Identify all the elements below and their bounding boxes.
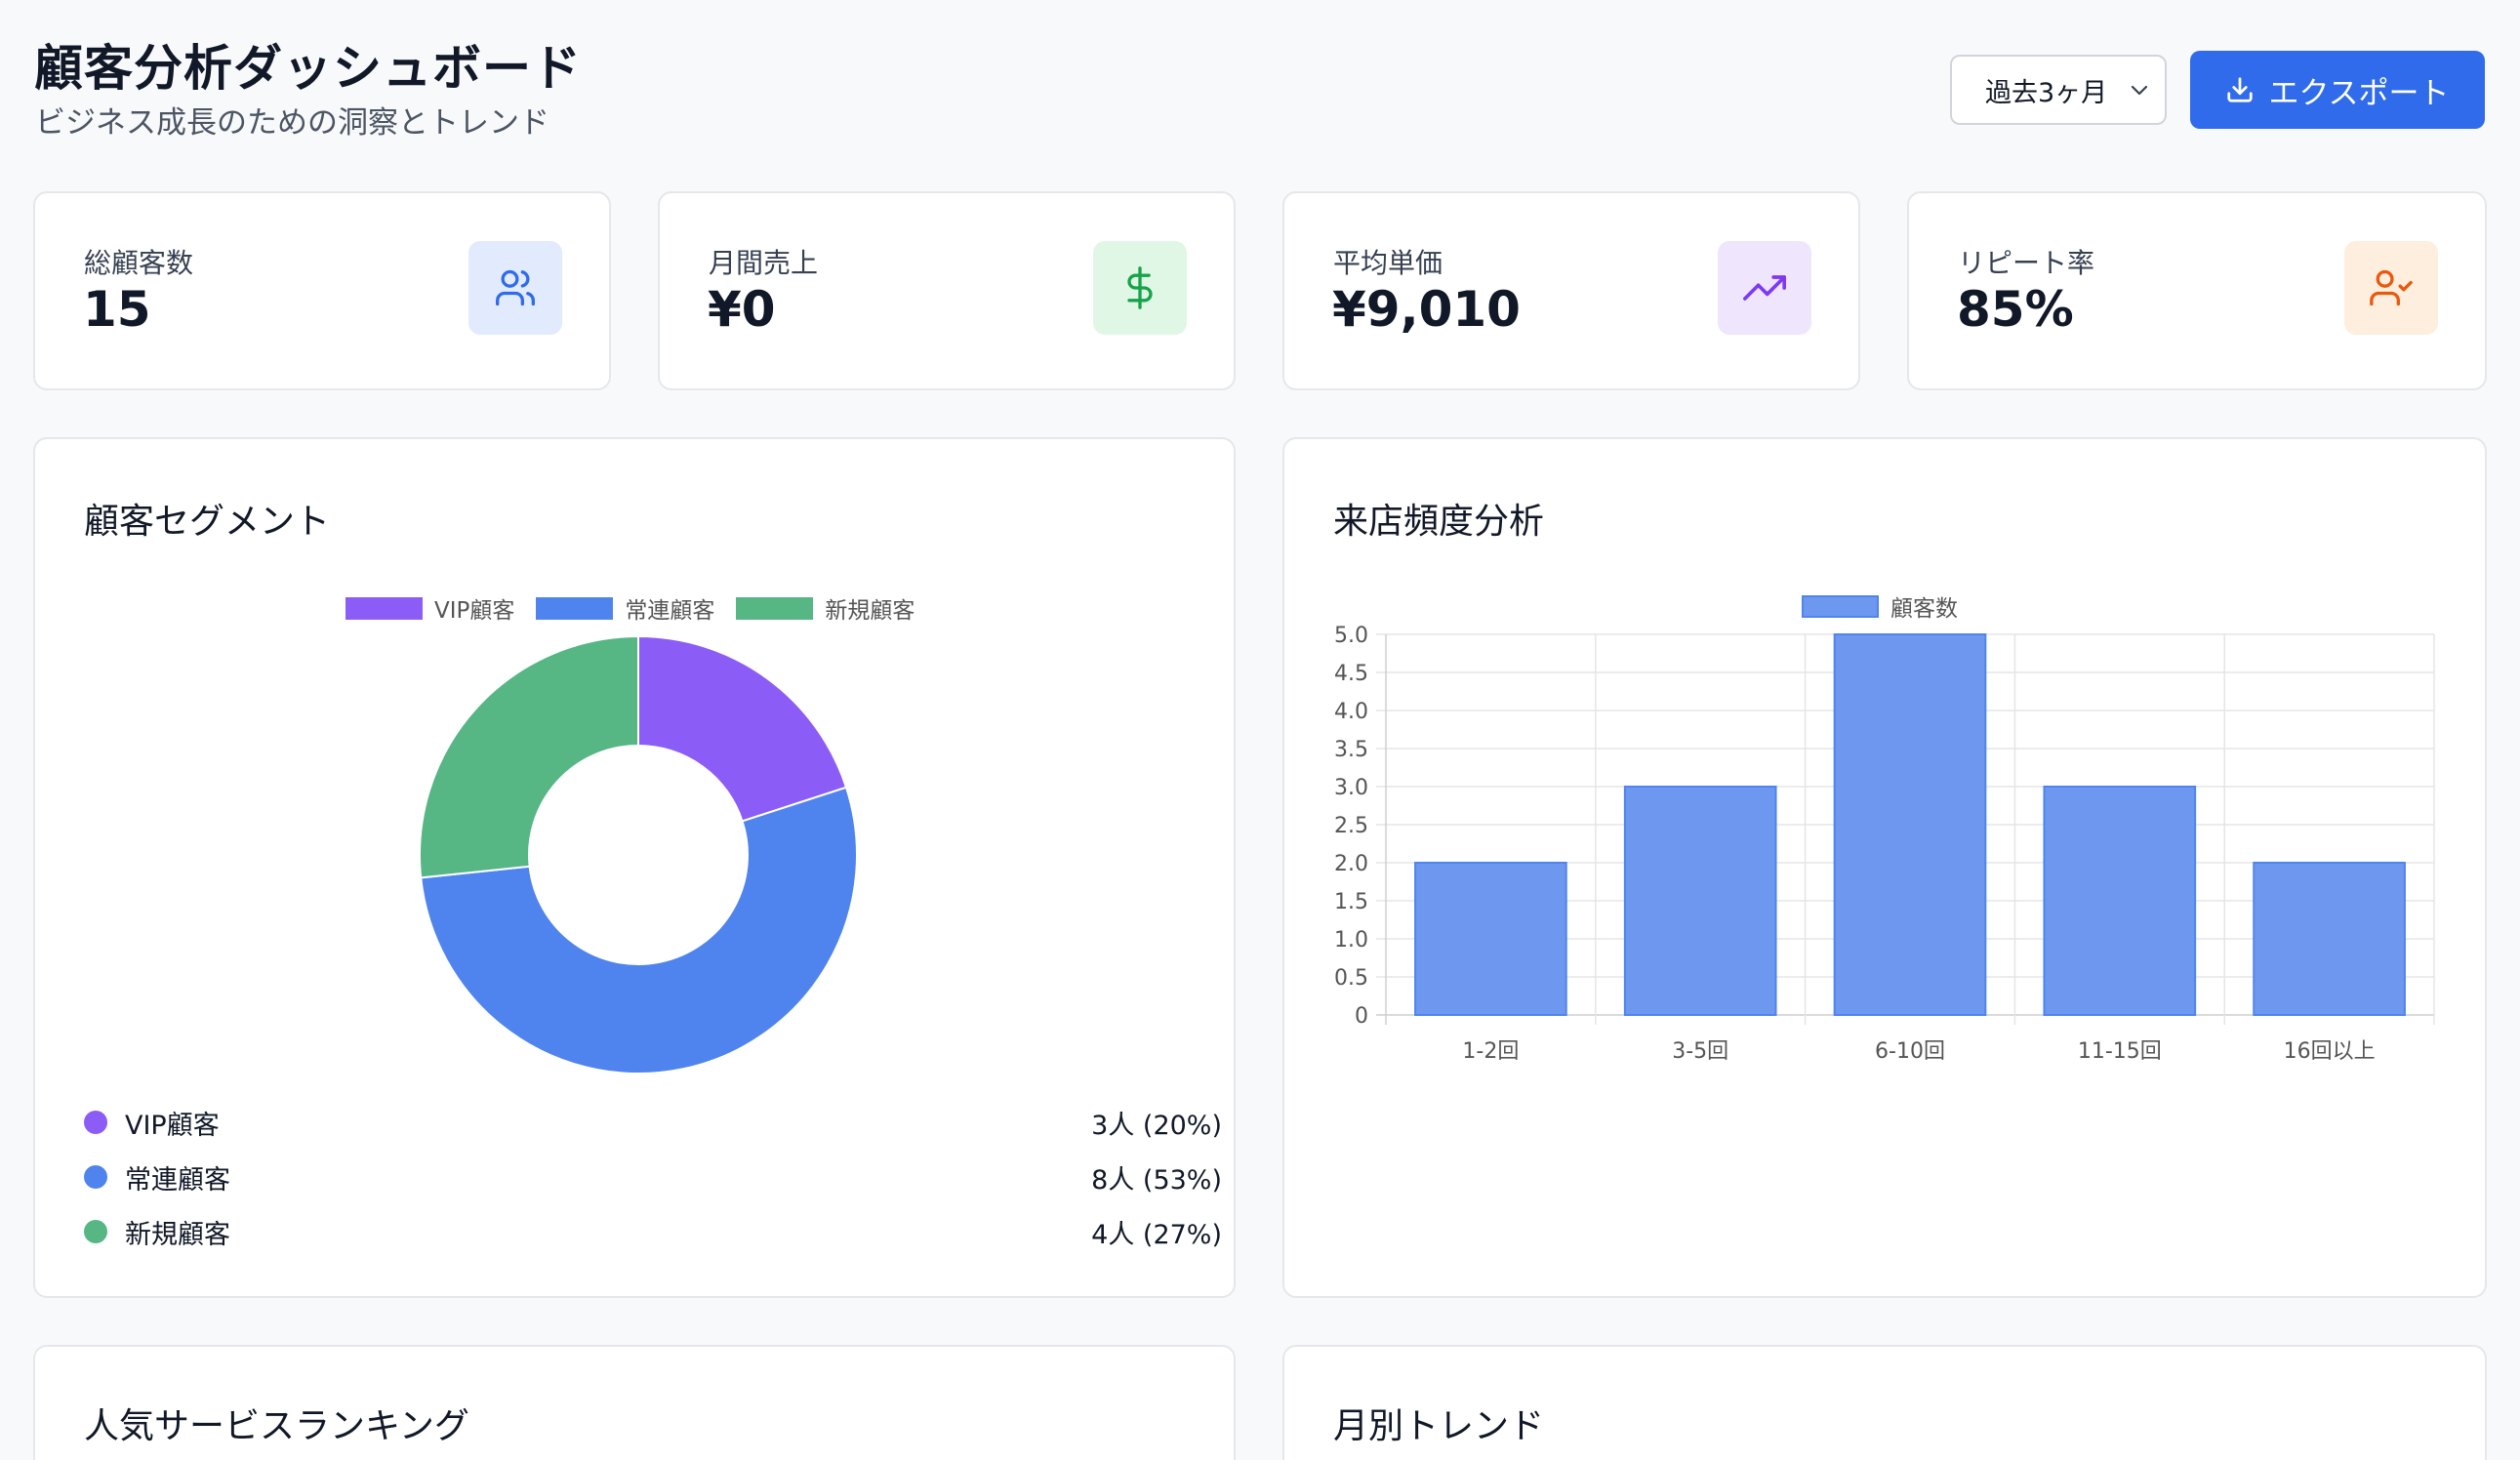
legend-item[interactable]: 常連顧客 — [536, 591, 714, 625]
bar-chart: 0 0.5 1.0 1.5 2.0 2.5 3.0 3.5 4.0 4.5 5.0 1-2回 3-5回 6… — [1334, 624, 2435, 1064]
y-tick-label: 2.0 — [1334, 852, 1368, 876]
dollar-icon — [1093, 241, 1187, 335]
legend-label: 新規顧客 — [825, 598, 915, 624]
legend-swatch — [345, 596, 423, 620]
y-tick-label: 1.0 — [1334, 928, 1368, 953]
legend-item[interactable]: VIP顧客 — [345, 591, 514, 625]
dashboard: 顧客分析ダッシュボード ビジネス成長のための洞察とトレンド 過去3ヶ月 エクスポ… — [0, 0, 2520, 1460]
section-title: 月別トレンド — [1333, 1406, 1545, 1446]
segment-value: 4人 (27%) — [1091, 1219, 1222, 1250]
donut-chart — [419, 634, 858, 1075]
chevron-down-icon — [2131, 85, 2148, 96]
section-title: 来店頻度分析 — [1333, 502, 1545, 542]
bar[interactable] — [1414, 862, 1567, 1016]
trend-card: 月別トレンド — [1282, 1345, 2487, 1460]
period-select[interactable]: 過去3ヶ月 — [1950, 55, 2167, 125]
section-title: 人気サービスランキング — [84, 1406, 469, 1446]
trending-up-icon — [1718, 241, 1811, 335]
kpi-label: 月間売上 — [709, 247, 819, 279]
y-tick-label: 3.5 — [1334, 738, 1368, 762]
x-tick-label: 11-15回 — [2078, 1039, 2162, 1064]
kpi-value: 15 — [83, 281, 151, 338]
section-title: 顧客セグメント — [84, 502, 331, 542]
x-tick-label: 1-2回 — [1462, 1039, 1519, 1064]
page-title: 顧客分析ダッシュボード — [34, 40, 582, 97]
donut-slice[interactable] — [637, 634, 848, 823]
bar[interactable] — [2043, 786, 2197, 1016]
kpi-card-monthly-sales: 月間売上 ¥0 — [658, 191, 1236, 390]
x-tick-label: 3-5回 — [1672, 1039, 1728, 1064]
y-tick-label: 0.5 — [1334, 966, 1368, 991]
export-button-label: エクスポート — [2268, 75, 2450, 111]
x-tick-label: 16回以上 — [2284, 1039, 2376, 1064]
segment-row-new: 新規顧客 4人 (27%) — [84, 1212, 1222, 1251]
segment-name: VIP顧客 — [125, 1110, 220, 1141]
y-tick-label: 1.5 — [1334, 890, 1368, 914]
download-icon — [2227, 77, 2254, 102]
kpi-value: ¥0 — [708, 281, 776, 338]
y-tick-label: 3.0 — [1334, 776, 1368, 800]
segment-value: 3人 (20%) — [1091, 1110, 1222, 1141]
kpi-label: リピート率 — [1958, 247, 2095, 279]
donut-slice[interactable] — [419, 634, 639, 879]
segment-row-regular: 常連顧客 8人 (53%) — [84, 1157, 1222, 1196]
bar[interactable] — [1623, 786, 1777, 1016]
donut-legend: VIP顧客 常連顧客 新規顧客 — [345, 591, 936, 625]
segment-dot — [84, 1220, 107, 1243]
user-check-icon — [2344, 241, 2438, 335]
bar[interactable] — [1833, 633, 1987, 1016]
kpi-value: ¥9,010 — [1332, 281, 1521, 338]
kpi-card-total-customers: 総顧客数 15 — [33, 191, 611, 390]
kpi-value: 85% — [1957, 281, 2074, 338]
page-subtitle: ビジネス成長のための洞察とトレンド — [35, 105, 549, 141]
segment-dot — [84, 1111, 107, 1134]
kpi-card-average-price: 平均単価 ¥9,010 — [1282, 191, 1860, 390]
legend-item[interactable]: 新規顧客 — [736, 591, 915, 625]
y-tick-label: 2.5 — [1334, 814, 1368, 838]
bar[interactable] — [2253, 862, 2406, 1016]
legend-label: 常連顧客 — [625, 598, 715, 624]
segment-name: 常連顧客 — [125, 1164, 230, 1196]
y-tick-label: 4.5 — [1334, 662, 1368, 686]
legend-swatch — [536, 596, 614, 620]
segment-row-vip: VIP顧客 3人 (20%) — [84, 1103, 1222, 1142]
x-tick-label: 6-10回 — [1875, 1039, 1945, 1064]
period-select-value: 過去3ヶ月 — [1985, 77, 2108, 108]
y-tick-label: 4.0 — [1334, 700, 1368, 724]
segment-value: 8人 (53%) — [1091, 1164, 1222, 1196]
export-button[interactable]: エクスポート — [2190, 51, 2485, 129]
y-tick-label: 0 — [1355, 1004, 1368, 1029]
kpi-label: 平均単価 — [1333, 247, 1443, 279]
segment-name: 新規顧客 — [125, 1219, 230, 1250]
legend-swatch — [736, 596, 814, 620]
ranking-card: 人気サービスランキング — [33, 1345, 1236, 1460]
y-tick-label: 5.0 — [1334, 624, 1368, 648]
segment-dot — [84, 1165, 107, 1189]
kpi-label: 総顧客数 — [84, 247, 194, 279]
segment-card: 顧客セグメント VIP顧客 常連顧客 新規顧客 VIP顧客 3人 (20%) 常… — [33, 437, 1236, 1298]
legend-label: VIP顧客 — [434, 598, 515, 624]
users-icon — [468, 241, 562, 335]
kpi-card-repeat-rate: リピート率 85% — [1907, 191, 2487, 390]
